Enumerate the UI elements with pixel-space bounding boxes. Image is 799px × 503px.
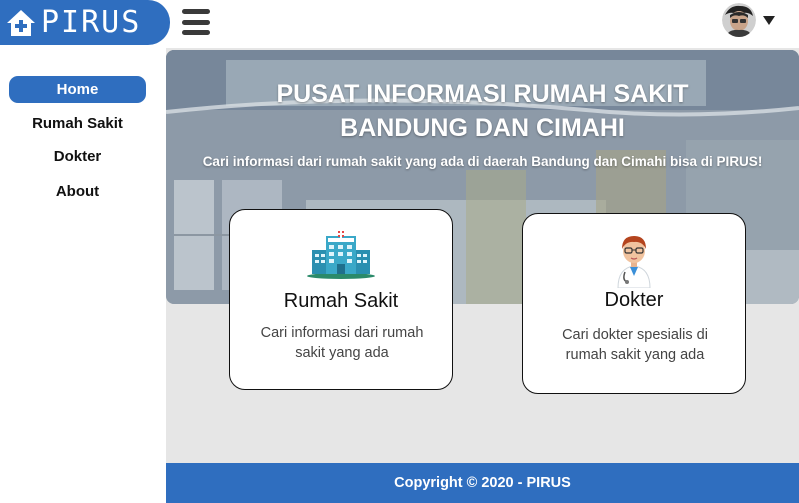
card-rumah-sakit[interactable]: Rumah Sakit Cari informasi dari rumah sa… (229, 209, 453, 390)
avatar[interactable] (722, 3, 756, 37)
sidebar-item-rumah-sakit[interactable]: Rumah Sakit (9, 110, 146, 137)
caret-down-icon[interactable] (763, 15, 775, 25)
hero-subtitle: Cari informasi dari rumah sakit yang ada… (202, 154, 763, 169)
user-menu[interactable] (722, 3, 775, 37)
sidebar: Home Rumah Sakit Dokter About (0, 46, 165, 503)
brand-name: PIRUS (41, 4, 142, 40)
footer: Copyright © 2020 - PIRUS (166, 463, 799, 503)
hospital-building-icon (307, 230, 375, 279)
sidebar-item-dokter[interactable]: Dokter (9, 143, 146, 170)
card-title: Dokter (604, 289, 664, 311)
card-description: Cari informasi dari rumah sakit yang ada (260, 325, 424, 361)
card-title: Rumah Sakit (283, 290, 399, 312)
copyright-text: Copyright © 2020 - PIRUS (394, 475, 571, 491)
sidebar-item-home[interactable]: Home (9, 76, 146, 103)
brand-logo[interactable]: PIRUS (0, 0, 170, 45)
home-plus-icon (7, 9, 35, 36)
hero-title: PUSAT INFORMASI RUMAH SAKIT BANDUNG DAN … (276, 80, 689, 142)
card-dokter[interactable]: Dokter Cari dokter spesialis di rumah sa… (522, 213, 746, 394)
hamburger-icon[interactable] (182, 9, 210, 35)
card-description: Cari dokter spesialis di rumah sakit yan… (562, 327, 708, 363)
doctor-icon (617, 236, 651, 288)
main-content: PUSAT INFORMASI RUMAH SAKIT BANDUNG DAN … (166, 48, 799, 463)
sidebar-item-about[interactable]: About (9, 178, 146, 205)
